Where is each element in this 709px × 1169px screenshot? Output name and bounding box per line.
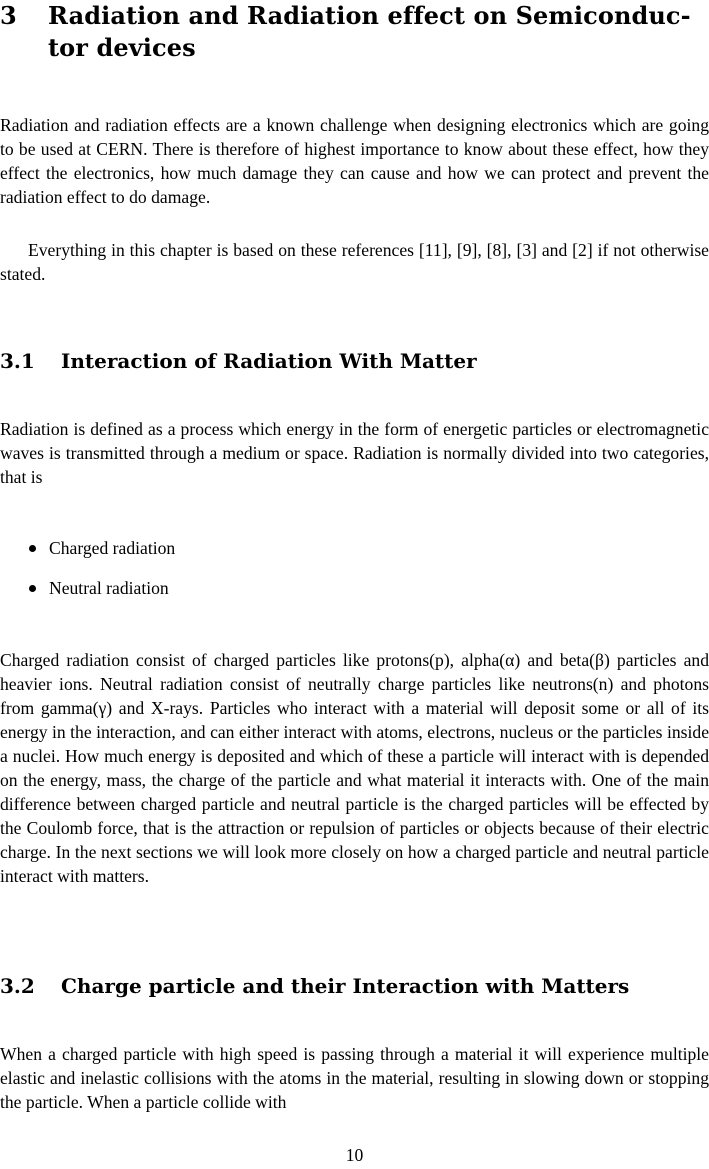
list-item: Charged radiation (0, 536, 709, 576)
list-item-label: Charged radiation (49, 538, 176, 558)
body-paragraph: Charged radiation consist of charged par… (0, 650, 709, 886)
section-title: Radiation and Radiation effect on Semico… (48, 1, 691, 62)
list-item: Neutral radiation (0, 576, 709, 616)
references-paragraph: Everything in this chapter is based on t… (0, 240, 709, 284)
subsection-number: 3.2 (0, 974, 35, 998)
list-item-label: Neutral radiation (49, 578, 169, 598)
document-page: 3 Radiation and Radiation effect on Semi… (0, 0, 709, 1169)
section-number: 3 (0, 1, 17, 30)
bullet-icon (29, 545, 36, 552)
subsection-title: Interaction of Radiation With Matter (61, 349, 477, 373)
bullet-list: Charged radiation Neutral radiation (0, 536, 709, 616)
bullet-icon (29, 585, 36, 592)
page-number: 10 (345, 1145, 364, 1165)
subsection-title: Charge particle and their Interaction wi… (61, 974, 630, 998)
subsection-number: 3.1 (0, 349, 35, 373)
intro-paragraph: Radiation and radiation effects are a kn… (0, 115, 709, 207)
body-paragraph: Radiation is defined as a process which … (0, 419, 709, 487)
body-paragraph: When a charged particle with high speed … (0, 1044, 709, 1112)
